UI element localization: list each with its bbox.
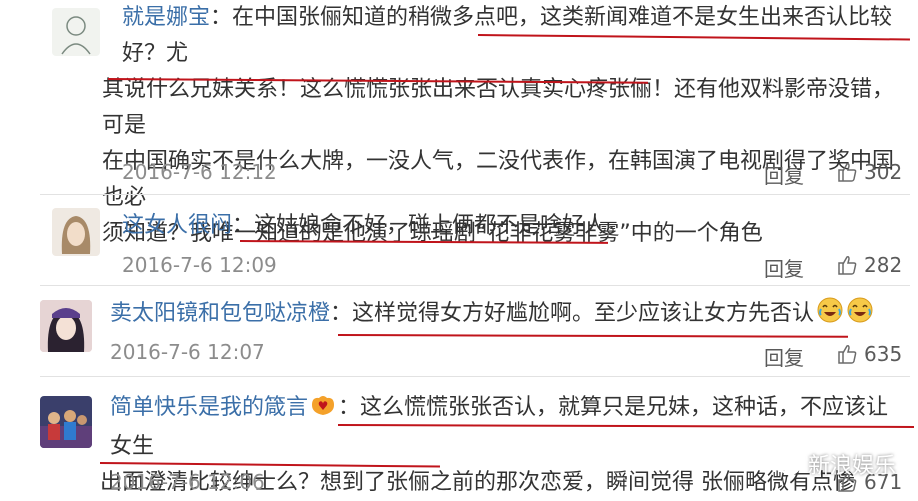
- username-link[interactable]: 这女人很闷: [122, 213, 232, 238]
- text-line: 其说什么兄妹关系！这么慌慌张张出来否认真实心疼张俪！还有他双料影帝没错，可是: [102, 77, 895, 138]
- username-link[interactable]: 就是娜宝: [122, 5, 210, 30]
- reply-button[interactable]: 回复: [764, 160, 804, 189]
- comment-text: 卖太阳镜和包包哒凉橙：这样觉得女方好尴尬啊。至少应该让女方先否认: [110, 296, 910, 336]
- avatar[interactable]: [52, 8, 100, 56]
- laugh-cry-emoji-icon: [846, 296, 874, 336]
- divider: [40, 285, 910, 286]
- vip-badge-icon: ♥: [308, 393, 338, 429]
- separator: ：: [338, 395, 361, 420]
- comment-text: 这女人很闷：这姑娘命不好，碰上俩都不是啥好人。: [122, 208, 912, 244]
- watermark-text: 新浪娱乐: [807, 454, 896, 479]
- wechat-icon: [768, 451, 800, 475]
- separator: ：: [232, 213, 255, 238]
- timestamp: 2016-7-6 12:12: [122, 160, 277, 184]
- avatar[interactable]: [52, 208, 100, 256]
- laugh-cry-emoji-icon: [816, 296, 844, 336]
- timestamp: 2016-7-6 12:07: [110, 340, 265, 364]
- divider: [40, 376, 910, 377]
- avatar-photo-icon: [40, 396, 92, 448]
- like-count: 635: [864, 342, 903, 366]
- avatar[interactable]: [40, 396, 92, 448]
- separator: ：: [210, 5, 233, 30]
- text-line: 这样觉得女方好尴尬啊。至少应该让女方先否认: [352, 301, 815, 326]
- separator: ：: [330, 301, 353, 326]
- divider: [40, 194, 910, 195]
- thumbs-up-icon: [838, 163, 857, 182]
- timestamp: 2016-7-6 12:09: [122, 253, 277, 277]
- underline-mark: [337, 334, 849, 338]
- thumbs-up-icon: [838, 345, 857, 364]
- username-link[interactable]: 简单快乐是我的箴言: [110, 395, 308, 420]
- like-button[interactable]: 635: [836, 342, 902, 366]
- watermark: 新浪娱乐: [768, 448, 896, 480]
- like-button[interactable]: 302: [836, 160, 902, 184]
- like-count: 282: [864, 253, 903, 277]
- timestamp: 2016-7-6 12:06: [110, 470, 265, 494]
- thumbs-up-icon: [838, 256, 857, 275]
- like-count: 302: [864, 160, 903, 184]
- svg-text:♥: ♥: [318, 399, 329, 413]
- reply-button[interactable]: 回复: [764, 253, 804, 282]
- avatar-sketch-icon: [61, 16, 91, 55]
- avatar-girl-icon: [61, 216, 91, 254]
- text-line: 这姑娘命不好，碰上俩都不是啥好人。: [254, 213, 629, 238]
- reply-button[interactable]: 回复: [764, 342, 804, 371]
- like-button[interactable]: 282: [836, 253, 902, 277]
- username-link[interactable]: 卖太阳镜和包包哒凉橙: [110, 301, 330, 326]
- avatar-girl-icon: [40, 300, 92, 352]
- avatar[interactable]: [40, 300, 92, 352]
